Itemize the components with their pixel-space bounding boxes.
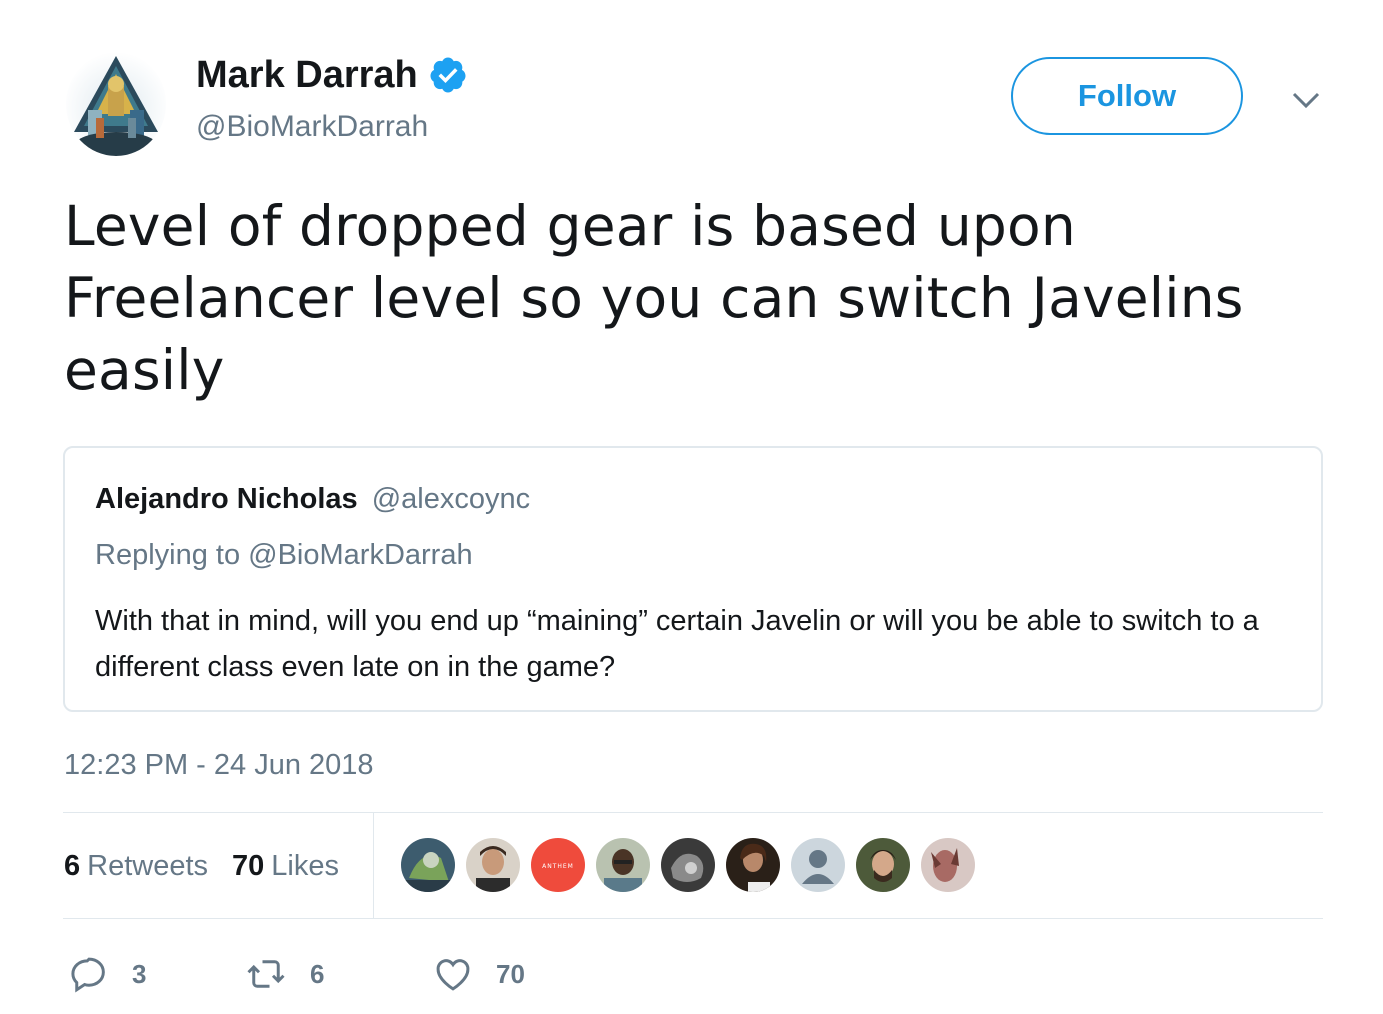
liker-avatar-6[interactable] (726, 838, 780, 892)
quoted-author-name: Alejandro Nicholas (95, 483, 358, 515)
liker-avatar-9[interactable] (921, 838, 975, 892)
chevron-down-icon[interactable] (1290, 86, 1322, 114)
retweet-icon (244, 953, 288, 995)
likers-list: ANTHEM (401, 838, 975, 892)
liker-avatar-4[interactable] (596, 838, 650, 892)
liker-avatar-2[interactable] (466, 838, 520, 892)
quoted-text: With that in mind, will you end up “main… (95, 605, 1259, 683)
divider (63, 918, 1323, 919)
retweet-count: 6 (310, 958, 325, 989)
quoted-tweet[interactable]: Alejandro Nicholas @alexcoync Replying t… (63, 446, 1323, 712)
liker-avatar-1[interactable] (401, 838, 455, 892)
quoted-author-handle: @alexcoync (371, 483, 531, 515)
likes-label: Likes (271, 850, 339, 882)
retweets-label: Retweets (87, 850, 209, 882)
reply-icon (68, 953, 110, 995)
verified-badge-icon (428, 55, 468, 95)
retweet-action[interactable]: 6 (244, 952, 324, 996)
author-handle[interactable]: @BioMarkDarrah (196, 108, 428, 146)
heart-icon (432, 953, 474, 995)
like-action[interactable]: 70 (432, 952, 525, 996)
quoted-author: Alejandro Nicholas @alexcoync (95, 480, 530, 518)
vertical-divider (373, 813, 374, 918)
reply-action[interactable]: 3 (68, 952, 146, 996)
tweet-text: Level of dropped gear is based upon Free… (64, 194, 1244, 402)
likes-count: 70 (232, 850, 265, 882)
likes-stat[interactable]: 70 Likes (232, 846, 339, 886)
divider (63, 812, 1323, 813)
follow-button[interactable]: Follow (1011, 57, 1243, 135)
retweets-count: 6 (64, 850, 81, 882)
like-count: 70 (496, 958, 525, 989)
anthem-avatar-icon (66, 52, 166, 156)
reply-count: 3 (132, 958, 147, 989)
liker-avatar-anthem[interactable]: ANTHEM (531, 838, 585, 892)
liker-avatar-default[interactable] (791, 838, 845, 892)
author-display-name[interactable]: Mark Darrah (196, 52, 418, 98)
author-avatar[interactable] (66, 52, 166, 156)
tweet-stats: 6 Retweets 70 Likes (64, 846, 339, 886)
retweets-stat[interactable]: 6 Retweets (64, 846, 208, 886)
liker-avatar-8[interactable] (856, 838, 910, 892)
tweet: Mark Darrah @BioMarkDarrah Follow Level … (0, 0, 1383, 1014)
tweet-timestamp[interactable]: 12:23 PM - 24 Jun 2018 (64, 746, 374, 784)
svg-text:ANTHEM: ANTHEM (542, 863, 574, 870)
liker-avatar-5[interactable] (661, 838, 715, 892)
quoted-replying-to: Replying to @BioMarkDarrah (95, 539, 473, 571)
